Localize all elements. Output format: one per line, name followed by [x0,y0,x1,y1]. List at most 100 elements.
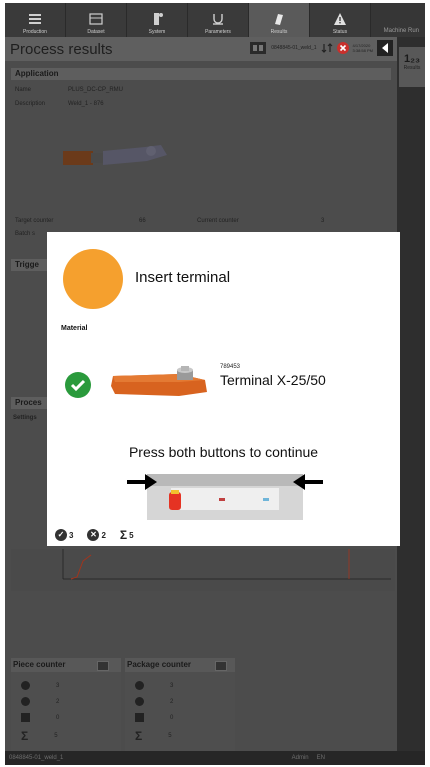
page-title: Process results [10,40,113,58]
current-counter-value: 3 [321,218,325,224]
nav-dataset[interactable]: Dataset [66,3,127,37]
batch-label: Batch s [15,231,36,237]
package-total-row: Σ5 [135,729,172,743]
package-ok-value: 3 [170,682,174,689]
package-total-value: 5 [168,733,172,739]
terminal-image [111,366,207,396]
status-indicator-circle [63,249,123,309]
material-label: Material [61,325,88,332]
piece-ok-row: 3 [21,681,59,690]
device-screen: Production Dataset System Parameters Res… [5,3,425,765]
nav-label: Results [270,29,288,35]
piece-counter-panel: Piece counter 3 2 0 Σ5 [11,658,121,765]
nok-icon [21,697,30,706]
name-value: PLUS_DC-CP_RMU [68,87,124,93]
piece-nok-row: 2 [21,697,59,706]
trigger-header: Trigge [11,259,51,271]
name-label: Name [15,87,32,93]
nok-count: 2 [101,530,106,540]
part-name: Terminal X-25/50 [220,372,326,388]
package-nok-value: 2 [170,698,174,705]
dialog-counters: ✓ 3 ✕ 2 Σ5 [55,528,134,542]
nok-counter: ✕ 2 [87,529,106,541]
description-value: Weld_1 - 876 [68,101,104,107]
status-file: 0848845-01_weld_1 [9,755,64,761]
results-number: 1₂₃ [403,53,421,65]
parameters-icon [213,14,223,25]
sigma-icon: Σ [21,729,29,743]
time: 3:38:58 PM [352,48,373,53]
press-instruction: Press both buttons to continue [128,444,319,460]
package-warning-value: 0 [170,714,174,721]
results-icon [275,14,283,25]
nav-parameters[interactable]: Parameters [188,3,249,37]
sort-icon[interactable] [321,42,333,54]
application-terminal-image [63,145,167,165]
instruction-text: Insert terminal [135,269,231,286]
warning-icon [334,13,346,25]
package-counter-panel: Package counter 3 2 0 Σ5 [125,658,235,765]
package-ok-row: 3 [135,681,173,690]
nok-icon [135,697,144,706]
reset-piece-counter-button[interactable] [97,661,109,671]
check-icon [65,372,91,398]
nav-label: Status [332,29,348,35]
status-language: EN [316,755,325,761]
reset-package-counter-button[interactable] [215,661,227,671]
target-counter-value: 66 [139,218,146,224]
current-counter-label: Current counter [197,218,239,224]
ok-icon [135,681,144,690]
nav-label: Parameters [205,29,231,35]
nav-results[interactable]: Results [249,3,310,37]
target-counter-label: Target counter [15,218,54,224]
grid-icon [29,14,41,24]
piece-ok-value: 3 [56,682,60,689]
machine-status-label: Machine Run [383,28,419,34]
cross-circle-icon: ✕ [87,529,100,541]
warning-icon [135,713,144,722]
piece-warning-row: 0 [21,713,59,722]
warning-icon [21,713,30,722]
title-bar: Process results 0848845-01_weld_1 4/17/2… [5,37,397,61]
piece-total-row: Σ5 [21,729,58,743]
nav-system[interactable]: System [127,3,188,37]
file-icon[interactable] [249,41,267,55]
dataset-icon [89,13,103,25]
sigma-icon: Σ [119,528,128,542]
nav-label: System [148,29,166,35]
ok-counter: ✓ 3 [55,529,73,541]
title-bar-actions: 0848845-01_weld_1 4/17/2020 3:38:58 PM [249,40,393,56]
status-bar: 0848845-01_weld_1 Admin EN [5,751,425,765]
total-counter: Σ5 [120,528,134,542]
ok-icon [21,681,30,690]
tab-results[interactable]: 1₂₃ Results [399,47,425,87]
sigma-icon: Σ [135,729,143,743]
datetime: 4/17/2020 3:38:58 PM [353,43,373,53]
package-warning-row: 0 [135,713,173,722]
top-navigation: Production Dataset System Parameters Res… [5,3,425,37]
nav-label: Production [23,29,47,35]
package-nok-row: 2 [135,697,173,706]
application-header: Application [11,68,391,80]
description-label: Description [15,101,46,107]
nav-status[interactable]: Status [310,3,371,37]
ok-count: 3 [69,530,74,540]
insert-terminal-dialog: Insert terminal Material 789453 Terminal… [47,232,400,546]
results-tab-label: Results [403,65,421,71]
machine-buttons-illustration [127,474,323,520]
piece-warning-value: 0 [56,714,60,721]
check-circle-icon: ✓ [55,529,67,541]
machine-status: Machine Run [371,3,425,37]
process-header: Proces [11,397,51,409]
piece-total-value: 5 [54,733,58,739]
part-number: 789453 [220,364,241,370]
settings-label: Settings [13,415,37,421]
nav-production[interactable]: Production [5,3,66,37]
piece-nok-value: 2 [56,698,60,705]
process-chart-remnant [11,549,395,591]
total-count: 5 [129,530,134,540]
back-icon[interactable] [377,40,393,56]
nav-label: Dataset [87,29,105,35]
close-icon[interactable] [336,42,349,54]
file-name: 0848845-01_weld_1 [271,45,317,51]
